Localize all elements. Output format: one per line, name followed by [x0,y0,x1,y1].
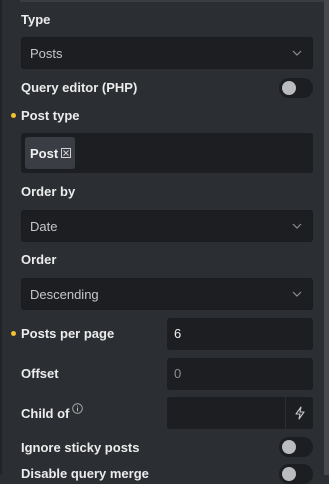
child-of-label: Child of [21,406,70,421]
sidebar-edge [0,0,2,475]
posts-per-page-input[interactable]: 6 [167,318,313,350]
order-label: Order [21,252,57,267]
order-by-select-value: Date [30,219,58,234]
chevron-down-icon [292,50,302,56]
posts-per-page-label: Posts per page [21,326,115,341]
order-select-value: Descending [30,287,99,302]
info-icon[interactable] [72,403,83,414]
top-divider [20,0,329,2]
dynamic-data-button[interactable] [285,397,313,429]
chevron-down-icon [292,223,302,229]
query-settings-panel: Type Posts Query editor (PHP) Post type … [0,0,329,484]
post-type-tag: Post [25,137,75,169]
query-editor-label: Query editor (PHP) [21,80,138,95]
offset-label: Offset [21,366,59,381]
close-icon[interactable] [61,148,71,158]
order-select[interactable]: Descending [21,278,313,310]
post-type-tag-label: Post [30,146,59,161]
offset-input[interactable]: 0 [167,358,313,390]
modified-dot-indicator [11,113,16,118]
disable-query-merge-toggle[interactable] [279,464,313,484]
chevron-down-icon [292,291,302,297]
type-select[interactable]: Posts [21,37,313,69]
toggle-knob [282,440,296,454]
toggle-knob [282,81,296,95]
offset-placeholder: 0 [174,366,182,381]
type-label: Type [21,12,51,27]
modified-dot-indicator [11,331,16,336]
order-by-select[interactable]: Date [21,210,313,242]
post-type-label: Post type [21,108,80,123]
scrollbar[interactable] [324,0,329,475]
disable-query-merge-label: Disable query merge [21,466,149,481]
order-by-label: Order by [21,184,76,199]
bolt-icon [295,406,305,420]
posts-per-page-value: 6 [174,326,182,341]
query-editor-toggle[interactable] [279,78,313,98]
type-select-value: Posts [30,46,63,61]
ignore-sticky-toggle[interactable] [279,437,313,457]
toggle-knob [282,467,296,481]
child-of-input[interactable] [167,397,313,429]
post-type-multiselect[interactable]: Post [21,133,313,173]
ignore-sticky-label: Ignore sticky posts [21,440,140,455]
